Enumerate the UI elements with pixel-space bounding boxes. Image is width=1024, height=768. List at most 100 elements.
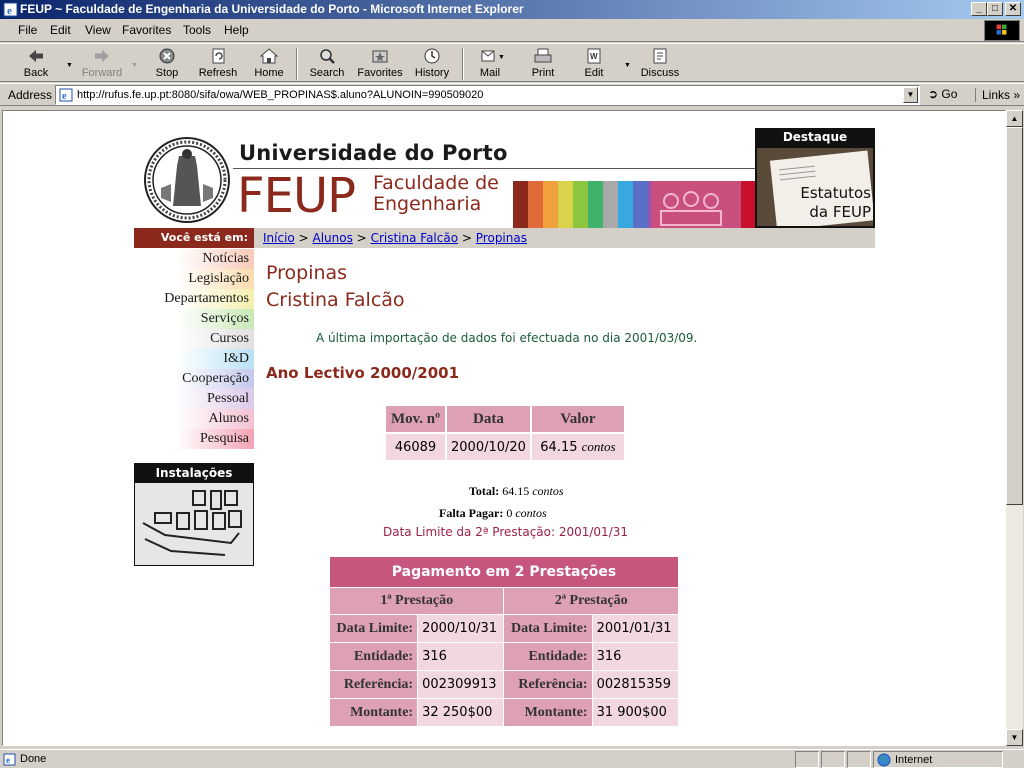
- table-row: Entidade: 316 Entidade: 316: [330, 643, 678, 670]
- academic-year: Ano Lectivo 2000/2001: [266, 364, 460, 382]
- cell-valor: 64.15 contos: [531, 434, 624, 460]
- edit-dropdown-icon[interactable]: ▼: [624, 62, 631, 69]
- menu-view[interactable]: View: [85, 23, 111, 37]
- field-label: Referência:: [504, 671, 592, 698]
- security-zone: Internet: [873, 751, 1003, 768]
- status-bar: e Done Internet: [0, 749, 1024, 768]
- go-arrow-icon: ➲: [928, 87, 939, 101]
- page-done-icon: e: [3, 753, 16, 766]
- history-button[interactable]: History: [410, 46, 454, 82]
- table-row: Data Limite: 2000/10/31 Data Limite: 2001/0…: [330, 615, 678, 642]
- print-button[interactable]: Print: [524, 46, 562, 82]
- cell-data: 2000/10/20: [447, 434, 530, 460]
- nav-item-not-cias[interactable]: Notícias: [134, 249, 254, 269]
- field-value: 31 900$00: [592, 699, 678, 726]
- status-panel: [821, 751, 845, 768]
- breadcrumb: Você está em: Início > Alunos > Cristina…: [134, 228, 875, 248]
- field-label: Entidade:: [504, 643, 592, 670]
- edit-button[interactable]: W Edit: [576, 46, 612, 82]
- address-dropdown-icon[interactable]: ▼: [903, 87, 918, 103]
- discuss-button[interactable]: Discuss: [638, 46, 682, 82]
- nav-item-cursos[interactable]: Cursos: [134, 329, 254, 349]
- field-value: 2001/01/31: [592, 615, 678, 642]
- favorites-icon: [372, 50, 388, 63]
- nav-item-alunos[interactable]: Alunos: [134, 409, 254, 429]
- forward-dropdown-icon[interactable]: ▼: [131, 62, 138, 69]
- col-header-valor: Valor: [531, 406, 624, 432]
- crumb-alunos[interactable]: Alunos: [312, 231, 352, 245]
- breadcrumb-trail: Início > Alunos > Cristina Falcão > Prop…: [263, 231, 527, 245]
- feup-logo-text: FEUP: [237, 168, 356, 224]
- windows-logo-icon: [984, 20, 1020, 41]
- edit-icon: W: [587, 48, 601, 64]
- page-viewport: Universidade do Porto FEUP Faculdade de …: [2, 110, 1006, 746]
- field-value: 002309913: [418, 671, 504, 698]
- mail-dropdown-icon[interactable]: ▼: [498, 54, 505, 61]
- close-button[interactable]: ✕: [1005, 2, 1021, 16]
- forward-arrow-icon: [95, 50, 109, 62]
- svg-text:W: W: [590, 52, 598, 61]
- back-button[interactable]: Back: [14, 46, 58, 82]
- student-name: Cristina Falcão: [266, 289, 405, 311]
- back-dropdown-icon[interactable]: ▼: [66, 62, 73, 69]
- faculty-name: Faculdade de Engenharia: [373, 172, 499, 215]
- left-nav: Notícias Legislação Departamentos Serviços C…: [134, 249, 254, 449]
- menu-file[interactable]: File: [18, 23, 37, 37]
- maximize-button[interactable]: □: [987, 2, 1003, 16]
- stop-icon: [159, 48, 175, 64]
- color-strip: [513, 181, 663, 228]
- field-label: Montante:: [330, 699, 418, 726]
- menu-edit[interactable]: Edit: [50, 23, 71, 37]
- mail-button[interactable]: Mail: [472, 46, 508, 82]
- nav-item-servi-os[interactable]: Serviços: [134, 309, 254, 329]
- nav-item-pessoal[interactable]: Pessoal: [134, 389, 254, 409]
- menu-tools[interactable]: Tools: [183, 23, 211, 37]
- vertical-scrollbar[interactable]: ▲ ▼: [1006, 110, 1023, 746]
- destaque-title: Destaque: [782, 130, 848, 144]
- status-text: Done: [20, 753, 47, 765]
- go-button[interactable]: ➲ Go: [928, 87, 957, 101]
- links-button[interactable]: Links »: [975, 88, 1020, 102]
- nav-item-i-d[interactable]: I&D: [134, 349, 254, 369]
- home-icon: [259, 48, 279, 64]
- nav-item-pesquisa[interactable]: Pesquisa: [134, 429, 254, 449]
- home-button[interactable]: Home: [250, 46, 288, 82]
- destaque-box[interactable]: Destaque Estatutos da FEUP: [755, 128, 875, 228]
- instalacoes-title: Instalações: [135, 464, 253, 483]
- field-value: 316: [592, 643, 678, 670]
- stop-button[interactable]: Stop: [148, 46, 186, 82]
- address-bar: Address e http://rufus.fe.up.pt:8080/sif…: [0, 83, 1024, 106]
- chevron-right-icon: »: [1013, 88, 1021, 102]
- campus-map-icon: [142, 490, 242, 556]
- nav-item-coopera-o[interactable]: Cooperação: [134, 369, 254, 389]
- menu-help[interactable]: Help: [224, 23, 249, 37]
- svg-text:e: e: [62, 91, 67, 102]
- instalacoes-box[interactable]: Instalações: [134, 463, 254, 566]
- crumb-propinas[interactable]: Propinas: [476, 231, 527, 245]
- forward-button[interactable]: Forward: [78, 46, 126, 82]
- cell-mov: 46089: [386, 434, 445, 460]
- menu-favorites[interactable]: Favorites: [122, 23, 171, 37]
- back-arrow-icon: [29, 50, 43, 62]
- color-strip-segment: [573, 181, 588, 228]
- table-row: Montante: 32 250$00 Montante: 31 900$00: [330, 699, 678, 726]
- scroll-up-icon[interactable]: ▲: [1006, 110, 1023, 127]
- address-input[interactable]: e http://rufus.fe.up.pt:8080/sifa/owa/WE…: [55, 85, 920, 105]
- toolbar: Back ▼ Forward ▼ Stop Refresh Home Searc…: [0, 43, 1024, 82]
- ie-icon: e: [3, 2, 18, 17]
- scroll-down-icon[interactable]: ▼: [1006, 729, 1023, 746]
- nav-item-departamentos[interactable]: Departamentos: [134, 289, 254, 309]
- installments-title: Pagamento em 2 Prestações: [330, 557, 678, 587]
- nav-item-legisla-o[interactable]: Legislação: [134, 269, 254, 289]
- crumb-inicio[interactable]: Início: [263, 231, 295, 245]
- crumb-student[interactable]: Cristina Falcão: [371, 231, 459, 245]
- field-label: Entidade:: [330, 643, 418, 670]
- refresh-button[interactable]: Refresh: [196, 46, 240, 82]
- search-button[interactable]: Search: [306, 46, 348, 82]
- col-header-data: Data: [447, 406, 530, 432]
- favorites-button[interactable]: Favorites: [354, 46, 406, 82]
- minimize-button[interactable]: _: [971, 2, 987, 16]
- field-label: Data Limite:: [504, 615, 592, 642]
- address-url: http://rufus.fe.up.pt:8080/sifa/owa/WEB_…: [77, 89, 484, 101]
- scroll-thumb[interactable]: [1006, 127, 1023, 505]
